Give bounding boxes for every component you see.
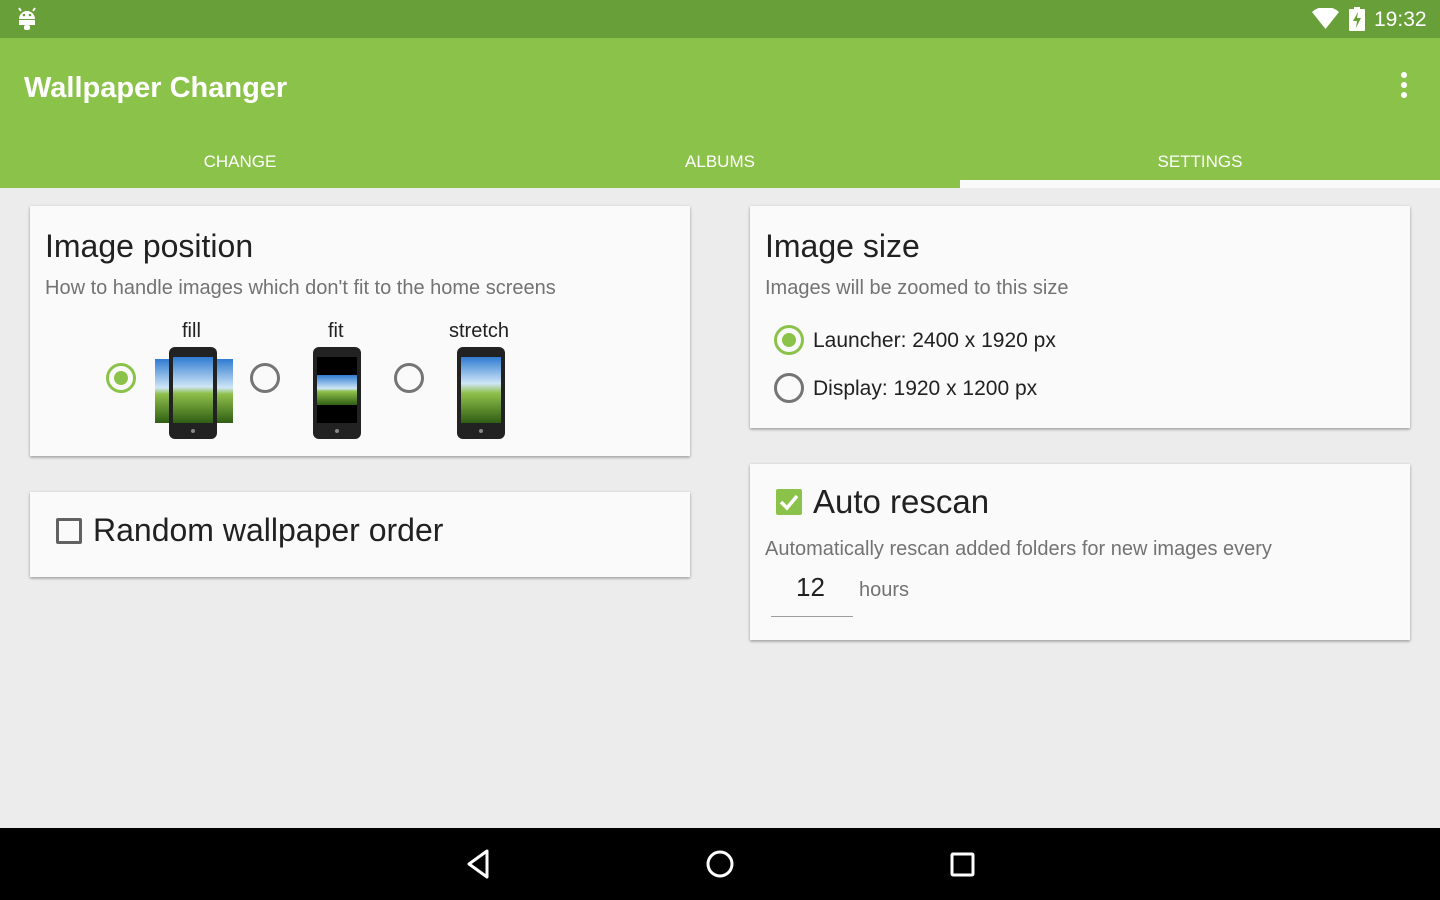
fill-radio[interactable] <box>106 363 136 393</box>
more-vert-icon[interactable] <box>1393 72 1415 100</box>
back-icon[interactable] <box>460 846 496 882</box>
image-position-card: Image position How to handle images whic… <box>30 206 690 456</box>
image-size-card: Image size Images will be zoomed to this… <box>750 206 1410 428</box>
random-order-checkbox[interactable] <box>56 518 82 544</box>
recents-icon[interactable] <box>944 846 980 882</box>
phone-stretch-icon[interactable] <box>457 347 507 439</box>
fit-option-label: fit <box>328 320 344 342</box>
image-size-subtitle: Images will be zoomed to this size <box>765 277 1069 299</box>
home-icon[interactable] <box>702 846 738 882</box>
image-size-title: Image size <box>765 228 920 264</box>
android-icon <box>18 7 36 30</box>
battery-charging-icon <box>1349 7 1365 31</box>
tab-change[interactable]: CHANGE <box>0 138 480 188</box>
phone-fill-icon[interactable] <box>155 347 235 439</box>
tab-indicator <box>960 180 1440 188</box>
image-position-title: Image position <box>45 228 254 264</box>
check-icon <box>779 494 799 511</box>
tab-albums[interactable]: ALBUMS <box>480 138 960 188</box>
fit-radio[interactable] <box>250 363 280 393</box>
stretch-option-label: stretch <box>449 320 510 342</box>
display-size-radio[interactable] <box>774 373 804 403</box>
display-size-label[interactable]: Display: 1920 x 1200 px <box>813 377 1037 401</box>
rescan-interval-unit: hours <box>859 579 910 601</box>
random-order-label: Random wallpaper order <box>93 512 444 548</box>
app-bar: Wallpaper Changer CHANGE ALBUMS SETTINGS <box>0 38 1440 188</box>
launcher-size-radio[interactable] <box>774 325 804 355</box>
rescan-interval-input[interactable]: 12 <box>771 570 853 617</box>
launcher-size-label[interactable]: Launcher: 2400 x 1920 px <box>813 329 1056 353</box>
status-clock: 19:32 <box>1374 8 1427 31</box>
auto-rescan-title: Auto rescan <box>813 483 990 520</box>
phone-fit-icon[interactable] <box>313 347 363 439</box>
fill-option-label: fill <box>182 320 201 342</box>
random-order-card[interactable]: Random wallpaper order <box>30 492 690 577</box>
auto-rescan-subtitle: Automatically rescan added folders for n… <box>765 538 1272 560</box>
rescan-interval-value: 12 <box>796 572 825 602</box>
app-title: Wallpaper Changer <box>24 72 288 104</box>
stretch-radio[interactable] <box>394 363 424 393</box>
wifi-icon <box>1312 8 1339 29</box>
image-position-subtitle: How to handle images which don't fit to … <box>45 277 556 299</box>
auto-rescan-checkbox[interactable] <box>776 489 802 515</box>
navigation-bar <box>0 828 1440 900</box>
status-bar: 19:32 <box>0 0 1440 38</box>
auto-rescan-card: Auto rescan Automatically rescan added f… <box>750 464 1410 640</box>
